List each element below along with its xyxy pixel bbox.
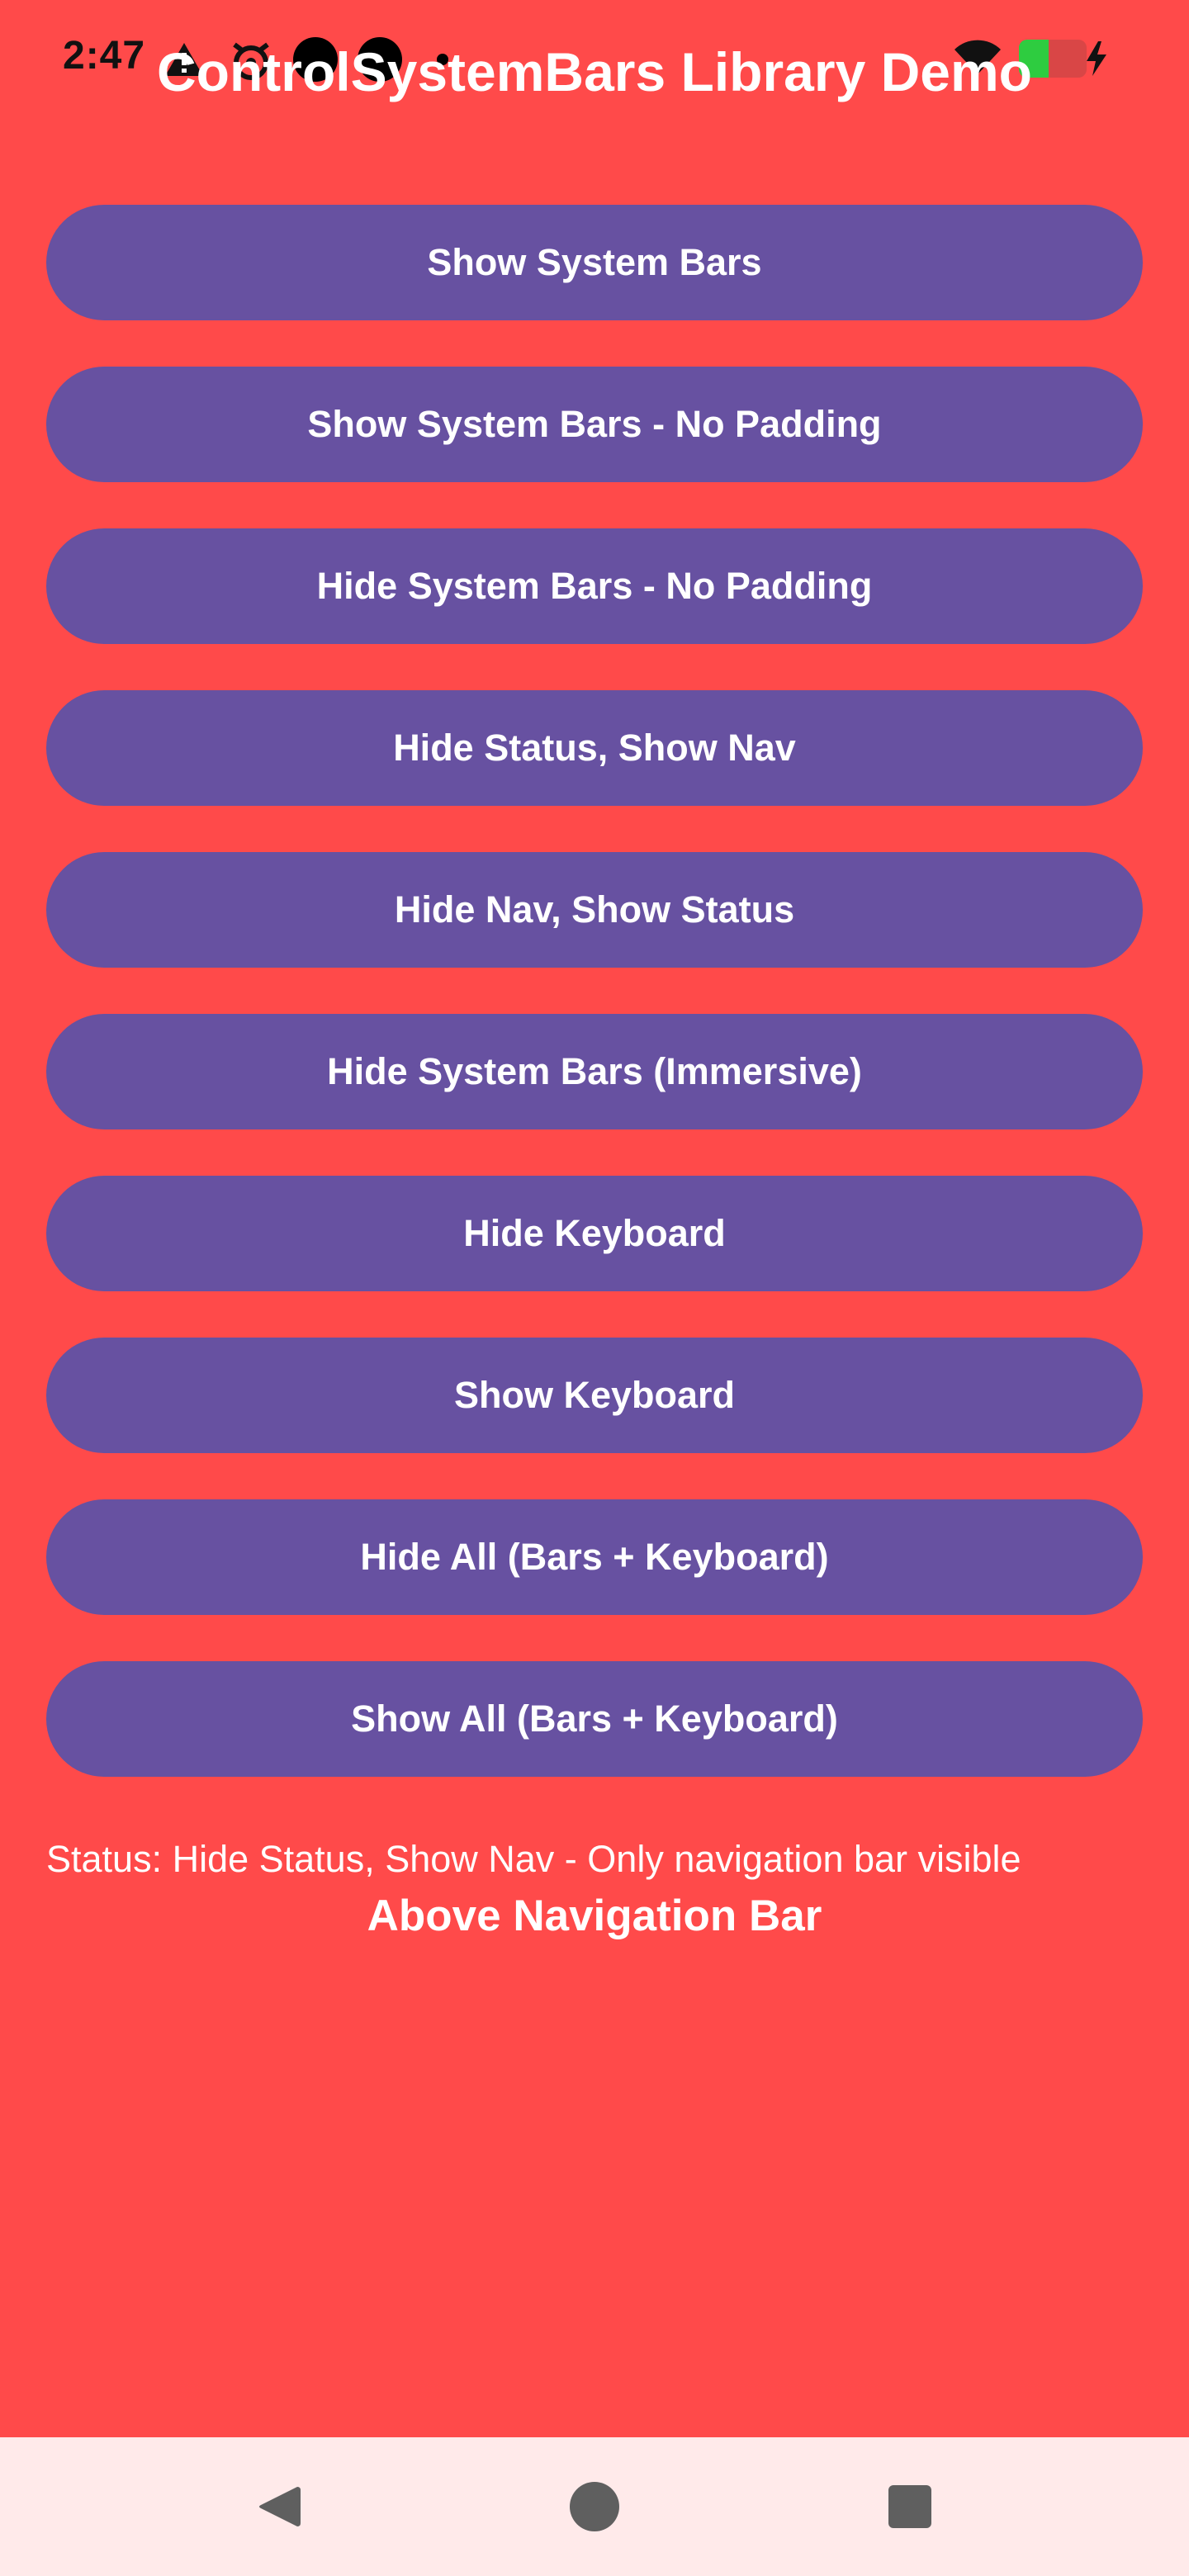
hide-system-bars-no-padding-button[interactable]: Hide System Bars - No Padding: [46, 528, 1143, 644]
hide-status-show-nav-button[interactable]: Hide Status, Show Nav: [46, 690, 1143, 806]
show-all-button[interactable]: Show All (Bars + Keyboard): [46, 1661, 1143, 1777]
navigation-bar: [0, 2437, 1189, 2576]
home-button[interactable]: [525, 2437, 664, 2576]
recents-button[interactable]: [841, 2437, 979, 2576]
home-icon: [570, 2482, 619, 2531]
show-system-bars-no-padding-button[interactable]: Show System Bars - No Padding: [46, 367, 1143, 482]
back-icon: [259, 2487, 301, 2526]
hide-nav-show-status-button[interactable]: Hide Nav, Show Status: [46, 852, 1143, 968]
recents-icon: [888, 2485, 931, 2528]
button-list: Show System Bars Show System Bars - No P…: [46, 205, 1143, 1823]
show-keyboard-button[interactable]: Show Keyboard: [46, 1338, 1143, 1453]
app-title: ControlSystemBars Library Demo: [157, 41, 1032, 102]
hide-system-bars-immersive-button[interactable]: Hide System Bars (Immersive): [46, 1014, 1143, 1129]
back-button[interactable]: [210, 2437, 348, 2576]
show-system-bars-button[interactable]: Show System Bars: [46, 205, 1143, 320]
hide-all-button[interactable]: Hide All (Bars + Keyboard): [46, 1499, 1143, 1615]
above-navigation-bar-label: Above Navigation Bar: [367, 1892, 822, 1940]
status-text: Status: Hide Status, Show Nav - Only nav…: [46, 1838, 1021, 1880]
hide-keyboard-button[interactable]: Hide Keyboard: [46, 1176, 1143, 1291]
